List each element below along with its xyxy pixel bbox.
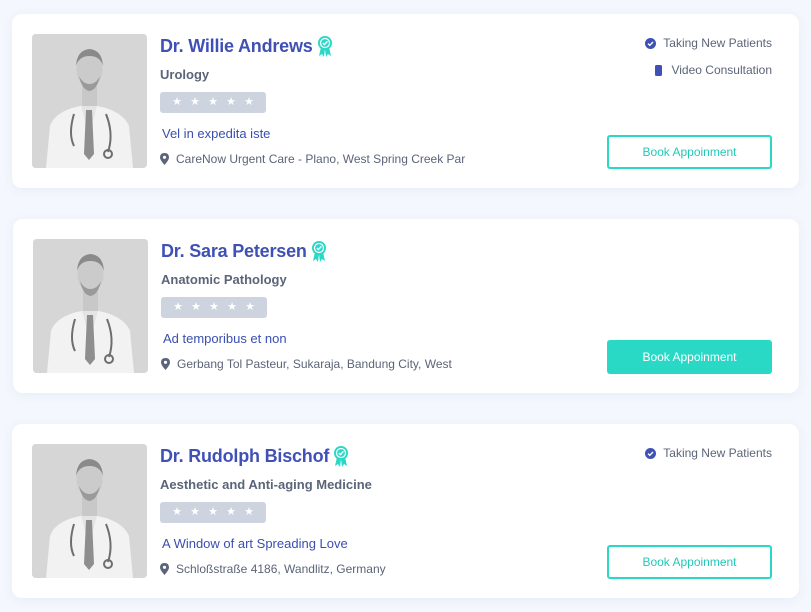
location-pin-icon — [161, 358, 170, 370]
doctor-name[interactable]: Dr. Rudolph Bischof — [160, 446, 329, 467]
feature-label: Taking New Patients — [663, 36, 772, 50]
feature-label: Video Consultation — [671, 63, 772, 77]
star-icon: ★ — [244, 96, 254, 108]
doctor-name[interactable]: Dr. Sara Petersen — [161, 241, 307, 262]
star-icon: ★ — [226, 506, 236, 518]
rating-stars: ★ ★ ★ ★ ★ — [160, 92, 266, 113]
feature-taking-new-patients: Taking New Patients — [645, 446, 772, 460]
star-icon: ★ — [209, 301, 219, 313]
doctor-address: Schloßstraße 4186, Wandlitz, Germany — [176, 562, 386, 576]
doctor-silhouette — [32, 444, 147, 578]
doctor-tagline: Ad temporibus et non — [163, 331, 287, 346]
doctor-name-row: Dr. Sara Petersen — [161, 240, 328, 262]
doctor-address: Gerbang Tol Pasteur, Sukaraja, Bandung C… — [177, 357, 452, 371]
feature-video-consultation: Video Consultation — [653, 63, 772, 77]
doctor-card: Dr. Willie Andrews Urology ★ ★ ★ ★ ★ Vel… — [12, 14, 799, 188]
doctor-photo — [33, 239, 148, 373]
doctor-name-row: Dr. Rudolph Bischof — [160, 445, 350, 467]
star-icon: ★ — [245, 301, 255, 313]
rating-stars: ★ ★ ★ ★ ★ — [160, 502, 266, 523]
rating-stars: ★ ★ ★ ★ ★ — [161, 297, 267, 318]
address-row: CareNow Urgent Care - Plano, West Spring… — [160, 152, 465, 166]
check-circle-icon — [645, 447, 657, 459]
book-appointment-button[interactable]: Book Appoinment — [607, 340, 772, 374]
star-icon: ★ — [208, 506, 218, 518]
doctor-specialty: Urology — [160, 67, 210, 82]
star-icon: ★ — [172, 506, 182, 518]
star-icon: ★ — [190, 96, 200, 108]
doctor-tagline: Vel in expedita iste — [162, 126, 271, 141]
address-row: Schloßstraße 4186, Wandlitz, Germany — [160, 562, 386, 576]
doctor-name-row: Dr. Willie Andrews — [160, 35, 334, 57]
doctor-silhouette — [32, 34, 147, 168]
doctor-specialty: Aesthetic and Anti-aging Medicine — [160, 477, 372, 492]
star-icon: ★ — [172, 96, 182, 108]
doctor-card: Dr. Rudolph Bischof Aesthetic and Anti-a… — [12, 424, 799, 598]
verified-badge-icon — [316, 35, 334, 57]
doctor-card: Dr. Sara Petersen Anatomic Pathology ★ ★… — [13, 219, 799, 393]
location-pin-icon — [160, 563, 169, 575]
star-icon: ★ — [244, 506, 254, 518]
address-row: Gerbang Tol Pasteur, Sukaraja, Bandung C… — [161, 357, 452, 371]
location-pin-icon — [160, 153, 169, 165]
star-icon: ★ — [226, 96, 236, 108]
doctor-address: CareNow Urgent Care - Plano, West Spring… — [176, 152, 466, 166]
doctor-photo — [32, 34, 147, 168]
verified-badge-icon — [310, 240, 328, 262]
star-icon: ★ — [208, 96, 218, 108]
book-appointment-button[interactable]: Book Appoinment — [607, 135, 772, 169]
book-appointment-button[interactable]: Book Appoinment — [607, 545, 772, 579]
star-icon: ★ — [191, 301, 201, 313]
star-icon: ★ — [190, 506, 200, 518]
doctor-specialty: Anatomic Pathology — [161, 272, 287, 287]
doctor-name[interactable]: Dr. Willie Andrews — [160, 36, 313, 57]
verified-badge-icon — [332, 445, 350, 467]
star-icon: ★ — [227, 301, 237, 313]
feature-label: Taking New Patients — [663, 446, 772, 460]
video-icon — [653, 64, 664, 76]
check-circle-icon — [645, 37, 657, 49]
doctor-silhouette — [33, 239, 148, 373]
feature-taking-new-patients: Taking New Patients — [645, 36, 772, 50]
doctor-tagline: A Window of art Spreading Love — [162, 536, 348, 551]
star-icon: ★ — [173, 301, 183, 313]
doctor-photo — [32, 444, 147, 578]
